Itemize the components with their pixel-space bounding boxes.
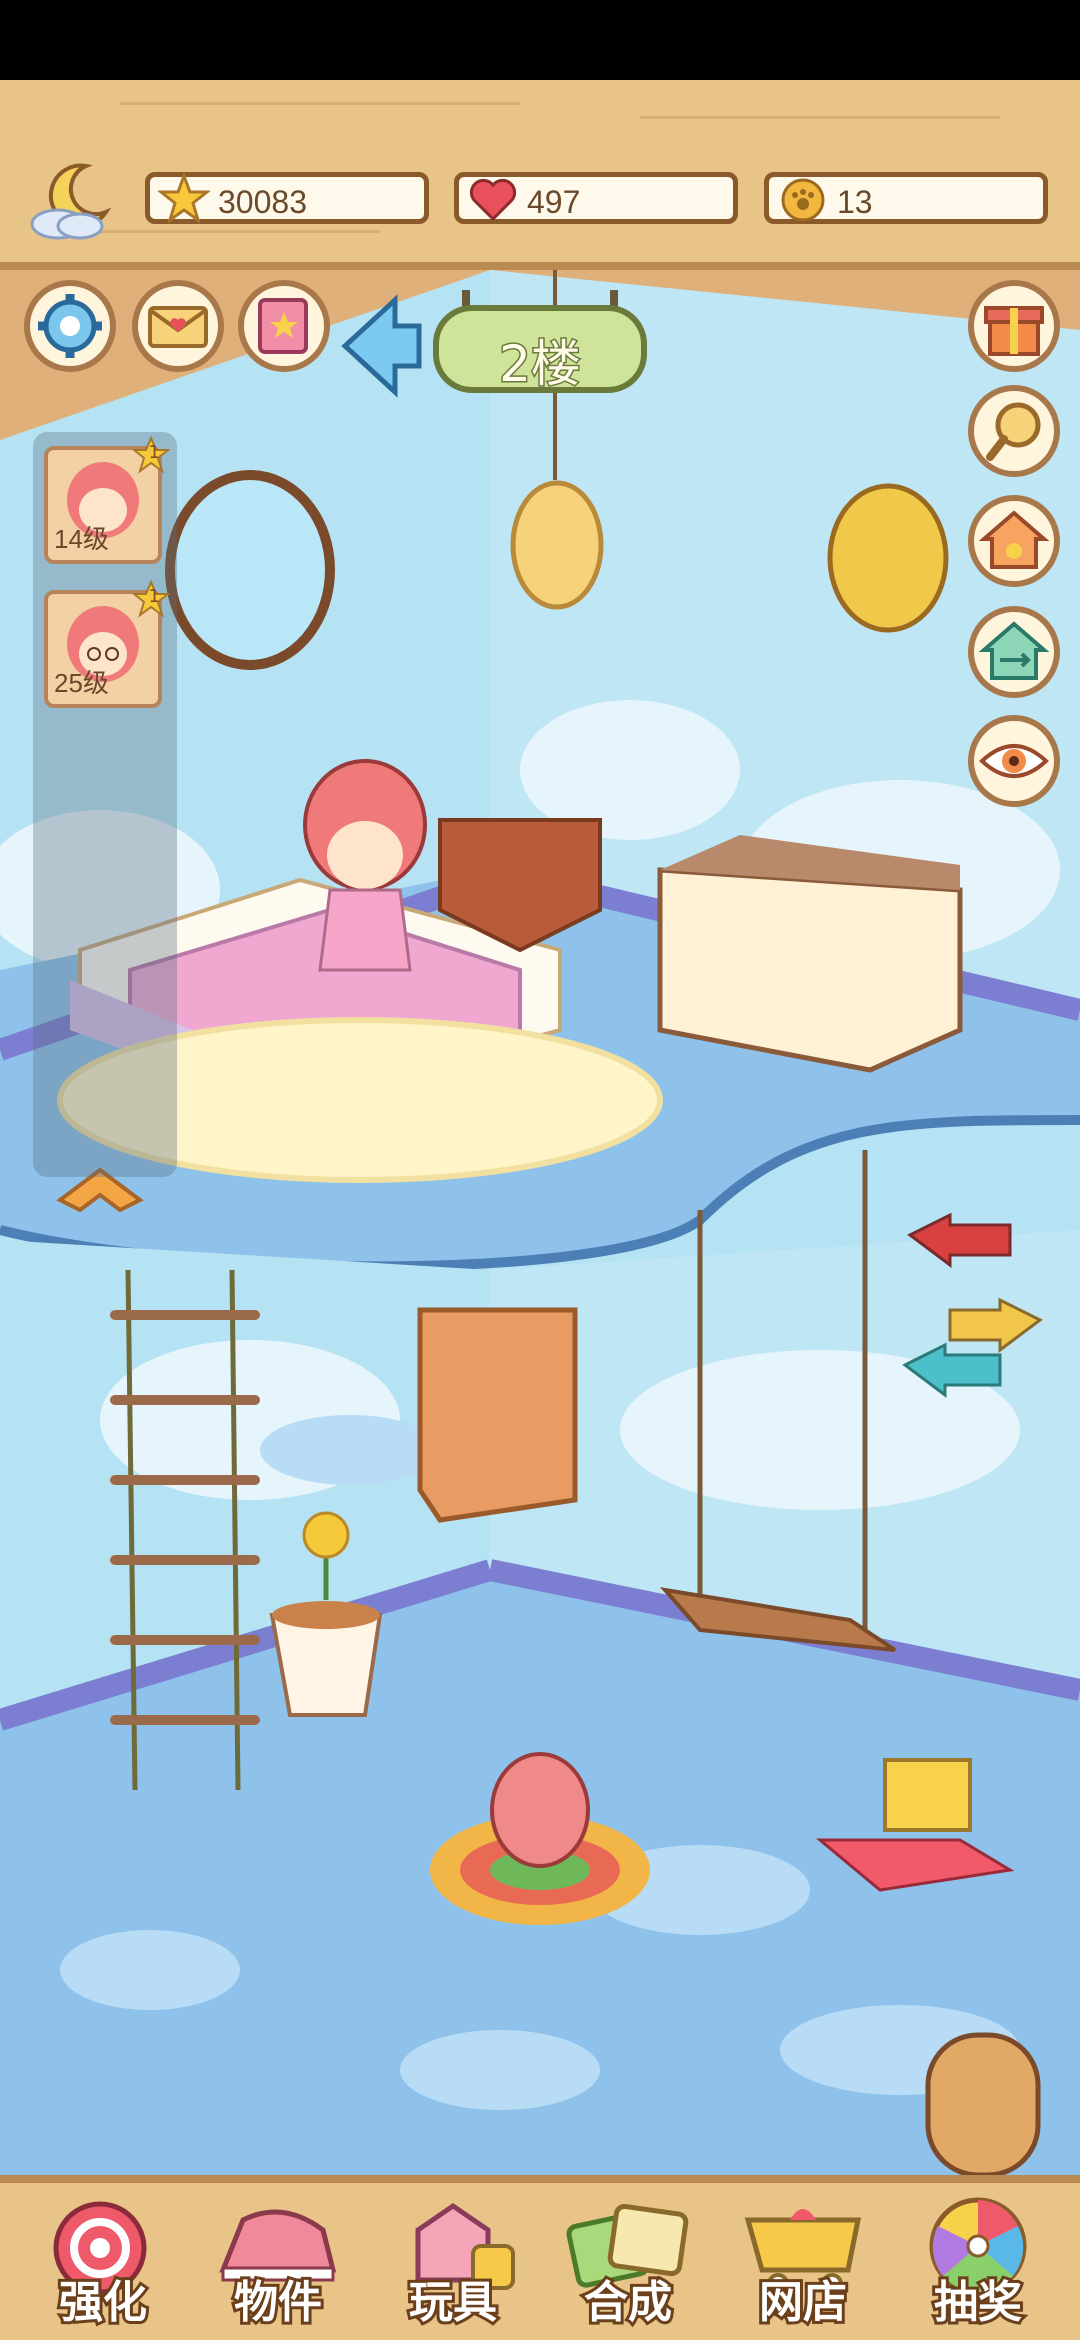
character-badge-count: 1 <box>148 586 160 607</box>
nav-lottery-button[interactable]: 抽奖 <box>903 2190 1053 2340</box>
eye-icon <box>979 744 1049 778</box>
status-bar <box>0 0 1080 80</box>
hearts-value: 497 <box>527 184 581 220</box>
settings-button[interactable] <box>24 280 116 372</box>
nav-label: 抽奖 <box>931 2274 1025 2331</box>
heart-icon <box>469 178 517 222</box>
paws-counter: 13 <box>764 172 1048 224</box>
room-swap-button[interactable] <box>968 606 1060 698</box>
book-button[interactable] <box>238 280 330 372</box>
character-card-1[interactable]: 1 14级 <box>44 436 170 564</box>
character-level: 14级 <box>54 524 109 554</box>
nav-toys-button[interactable]: 玩具 <box>378 2190 528 2340</box>
nav-label: 网店 <box>756 2274 850 2331</box>
paw-coin-icon <box>781 178 825 222</box>
home-button[interactable] <box>968 495 1060 587</box>
envelope-icon <box>148 306 208 348</box>
stars-value: 30083 <box>218 184 307 220</box>
star-icon <box>158 173 210 224</box>
gear-icon <box>38 294 102 358</box>
nav-label: 物件 <box>231 2274 325 2331</box>
book-icon <box>258 298 308 354</box>
gift-icon <box>984 306 1044 356</box>
magnifier-paw-icon <box>986 402 1041 461</box>
nav-label: 强化 <box>56 2274 150 2331</box>
paws-value: 13 <box>837 184 873 220</box>
room-scene[interactable] <box>0 270 1080 2175</box>
view-button[interactable] <box>968 715 1060 807</box>
floor-label: 2楼 <box>498 334 583 395</box>
previous-floor-button[interactable] <box>335 292 425 400</box>
nav-shop-button[interactable]: 网店 <box>728 2190 878 2340</box>
character-level: 25级 <box>54 668 109 698</box>
nav-label: 玩具 <box>406 2274 500 2331</box>
nav-label: 合成 <box>581 2274 675 2331</box>
hearts-counter: 497 <box>454 172 738 224</box>
magnifier-button[interactable] <box>968 385 1060 477</box>
floor-sign[interactable]: 2楼 <box>430 290 650 398</box>
nav-enhance-button[interactable]: 强化 <box>28 2190 178 2340</box>
mail-button[interactable] <box>132 280 224 372</box>
house-icon <box>978 510 1050 569</box>
moon-cloud-icon[interactable] <box>28 158 120 244</box>
character-card-2[interactable]: 1 25级 <box>44 580 170 708</box>
arrow-left-icon <box>341 294 422 398</box>
stars-counter: 30083 <box>145 172 429 224</box>
house-swap-icon <box>978 621 1050 680</box>
character-badge-count: 1 <box>148 442 160 463</box>
nav-synthesis-button[interactable]: 合成 <box>553 2190 703 2340</box>
gift-button[interactable] <box>968 280 1060 372</box>
nav-items-button[interactable]: 物件 <box>203 2190 353 2340</box>
